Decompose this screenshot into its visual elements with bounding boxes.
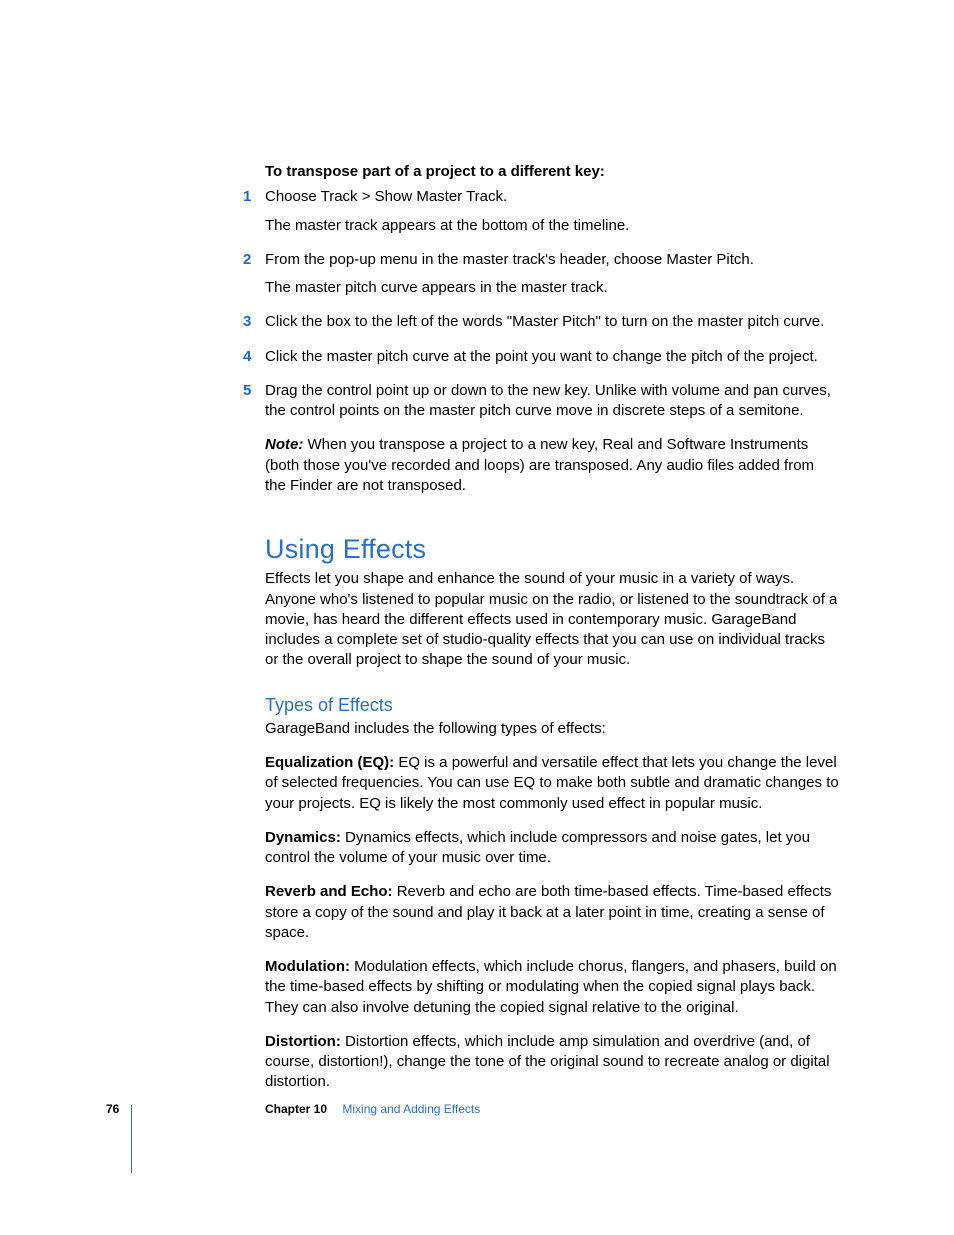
vertical-rule [131,1105,132,1173]
effect-text: Dynamics effects, which include compress… [265,829,810,866]
step-number: 5 [243,381,251,401]
effect-definition: Reverb and Echo: Reverb and echo are bot… [265,882,839,943]
step-list: 1 Choose Track > Show Master Track. The … [265,187,839,421]
step-text: From the pop-up menu in the master track… [265,251,754,268]
section-heading-using-effects: Using Effects [265,531,839,567]
effect-text: Distortion effects, which include amp si… [265,1033,830,1091]
types-intro: GarageBand includes the following types … [265,719,839,739]
step-number: 4 [243,347,251,367]
note-text: When you transpose a project to a new ke… [265,436,814,494]
chapter-label: Chapter 10 [265,1102,327,1116]
section-intro: Effects let you shape and enhance the so… [265,569,839,670]
step-text: Click the box to the left of the words "… [265,313,824,330]
page-number: 76 [106,1102,119,1116]
list-item: 5 Drag the control point up or down to t… [265,381,839,422]
effect-label: Equalization (EQ): [265,754,394,771]
list-item: 3 Click the box to the left of the words… [265,312,839,332]
step-text: Drag the control point up or down to the… [265,382,831,419]
effect-definition: Modulation: Modulation effects, which in… [265,957,839,1018]
list-item: 4 Click the master pitch curve at the po… [265,347,839,367]
step-text: Click the master pitch curve at the poin… [265,348,818,365]
step-number: 3 [243,312,251,332]
note-block: Note: When you transpose a project to a … [265,435,839,496]
step-text: Choose Track > Show Master Track. [265,188,507,205]
effect-label: Dynamics: [265,829,341,846]
chapter-title: Mixing and Adding Effects [342,1102,480,1116]
task-heading: To transpose part of a project to a diff… [265,162,839,182]
effect-definition: Dynamics: Dynamics effects, which includ… [265,828,839,869]
page-content: To transpose part of a project to a diff… [265,162,839,1107]
effect-definition: Equalization (EQ): EQ is a powerful and … [265,753,839,814]
note-label: Note: [265,436,303,453]
step-number: 1 [243,187,251,207]
step-subtext: The master track appears at the bottom o… [265,216,839,236]
page-footer: 76 Chapter 10 Mixing and Adding Effects [106,1101,954,1117]
effect-label: Distortion: [265,1033,341,1050]
effect-label: Reverb and Echo: [265,883,393,900]
step-subtext: The master pitch curve appears in the ma… [265,278,839,298]
effect-label: Modulation: [265,958,350,975]
list-item: 2 From the pop-up menu in the master tra… [265,250,839,299]
effect-definition: Distortion: Distortion effects, which in… [265,1032,839,1093]
effect-text: Modulation effects, which include chorus… [265,958,837,1016]
list-item: 1 Choose Track > Show Master Track. The … [265,187,839,236]
step-number: 2 [243,250,251,270]
section-heading-types-of-effects: Types of Effects [265,693,839,717]
